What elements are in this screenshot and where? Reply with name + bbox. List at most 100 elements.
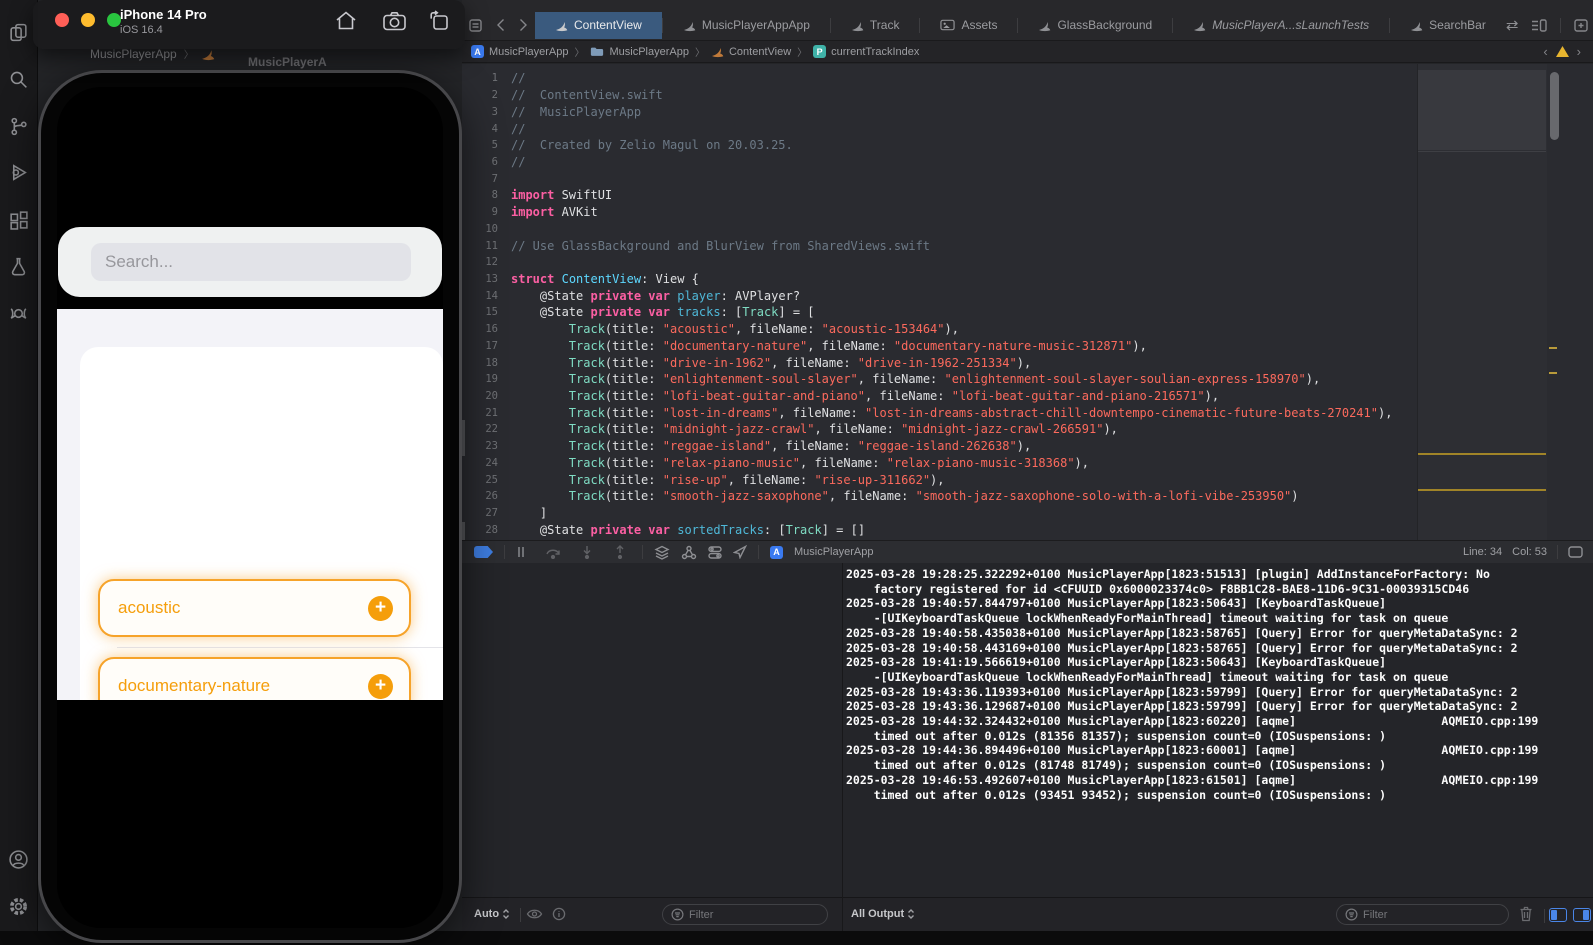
simulate-location-icon[interactable]	[733, 545, 747, 559]
code-line: 26 Track(title: "smooth-jazz-saxophone",…	[462, 488, 1453, 505]
line-number: 28	[462, 524, 498, 536]
property-icon: P	[813, 45, 826, 58]
breadcrumb-item-musicplayerapp[interactable]: AMusicPlayerApp	[471, 45, 568, 58]
prev-issue-icon[interactable]: ‹	[1543, 44, 1547, 59]
tab-contentview[interactable]: ContentView	[535, 12, 662, 39]
warning-icon[interactable]	[1556, 46, 1569, 57]
screen: ContentViewMusicPlayerAppAppTrackAssetsG…	[0, 0, 1593, 945]
tab-assets[interactable]: Assets	[920, 12, 1017, 39]
tab-searchbar[interactable]: SearchBar	[1390, 12, 1506, 39]
editor-scrollbar[interactable]	[1550, 72, 1559, 140]
console-output-select[interactable]: All Output	[851, 908, 915, 920]
swift-icon	[683, 19, 696, 32]
search-icon[interactable]	[8, 69, 29, 90]
console-line: 2025-03-28 19:43:36.129687+0100 MusicPla…	[846, 699, 1593, 714]
track-list-section[interactable]: acoustic+documentary-nature+drive-in-196…	[57, 309, 443, 700]
console-line: 2025-03-28 19:40:58.435038+0100 MusicPla…	[846, 626, 1593, 641]
breadcrumb-item-contentview[interactable]: ContentView	[711, 45, 791, 58]
view-debugger-icon[interactable]	[654, 545, 670, 560]
close-window-button[interactable]	[55, 13, 69, 27]
editor-tab-bar: ContentViewMusicPlayerAppAppTrackAssetsG…	[462, 0, 1593, 41]
debug-pane-divider[interactable]	[842, 563, 843, 931]
breadcrumb-item-currenttrackindex[interactable]: PcurrentTrackIndex	[813, 45, 919, 58]
step-over-icon[interactable]	[545, 546, 561, 559]
folder-icon	[590, 46, 604, 57]
tab-musicplayerappapp[interactable]: MusicPlayerAppApp	[663, 12, 830, 39]
add-track-icon[interactable]: +	[368, 674, 393, 699]
code-line: 9import AVKit	[462, 204, 1453, 221]
organizer-icon[interactable]	[8, 209, 29, 230]
step-into-icon[interactable]	[580, 545, 594, 559]
track-row-documentary-nature[interactable]: documentary-nature+	[98, 657, 411, 700]
line-number: 26	[462, 490, 498, 502]
step-out-icon[interactable]	[613, 545, 627, 559]
screenshot-icon[interactable]	[381, 8, 407, 34]
tab-strip: ContentViewMusicPlayerAppAppTrackAssetsG…	[535, 12, 1506, 39]
tab-glassbackground[interactable]: GlassBackground	[1018, 12, 1172, 39]
add-editor-icon[interactable]	[1574, 19, 1588, 32]
documents-icon[interactable]	[8, 22, 29, 43]
device-name: iPhone 14 Pro	[120, 7, 207, 22]
show-only-variables-icon[interactable]	[526, 908, 543, 920]
pause-execution-icon[interactable]	[516, 546, 526, 558]
tests-icon[interactable]	[8, 256, 29, 277]
console-output[interactable]: 2025-03-28 19:28:25.322292+0100 MusicPla…	[843, 563, 1593, 897]
rotate-icon[interactable]	[426, 8, 452, 34]
code-line: 15 @State private var tracks: [Track] = …	[462, 304, 1453, 321]
breadcrumb-label: MusicPlayerApp	[609, 46, 688, 58]
zoom-window-button[interactable]	[107, 13, 121, 27]
code-line: 5// Created by Zelio Magul on 20.03.25.	[462, 137, 1453, 154]
tab-track[interactable]: Track	[831, 12, 920, 39]
extensions-icon[interactable]	[8, 303, 29, 324]
variables-scope-select[interactable]: Auto	[474, 908, 510, 920]
code-lines: 1//2// ContentView.swift3// MusicPlayerA…	[462, 70, 1453, 538]
related-items-icon[interactable]	[469, 19, 482, 32]
swift-icon	[555, 19, 568, 32]
source-editor[interactable]: 1//2// ContentView.swift3// MusicPlayerA…	[462, 64, 1593, 540]
account-icon[interactable]	[8, 849, 29, 870]
code-line: 11// Use GlassBackground and BlurView fr…	[462, 237, 1453, 254]
debug-area-toggle-icon[interactable]	[1568, 546, 1583, 558]
debug-icon[interactable]	[8, 162, 29, 183]
environment-overrides-icon[interactable]	[708, 545, 722, 560]
debug-target-label: MusicPlayerApp	[794, 546, 873, 558]
breadcrumb-item-musicplayerapp[interactable]: MusicPlayerApp	[590, 46, 688, 58]
swift-icon	[1410, 19, 1423, 32]
search-input[interactable]: Search...	[91, 243, 411, 281]
variables-filter-field[interactable]: Filter	[662, 904, 828, 925]
line-number: 3	[462, 106, 498, 118]
breadcrumb: AMusicPlayerApp〉MusicPlayerApp〉ContentVi…	[471, 44, 919, 59]
add-track-icon[interactable]: +	[368, 596, 393, 621]
line-number: 24	[462, 457, 498, 469]
console-line: 2025-03-28 19:40:57.844797+0100 MusicPla…	[846, 596, 1593, 611]
code-line: 21 Track(title: "lost-in-dreams", fileNa…	[462, 404, 1453, 421]
back-icon[interactable]	[496, 18, 505, 32]
console-filter-field[interactable]: Filter	[1336, 904, 1509, 925]
line-number: 18	[462, 357, 498, 369]
variables-view-bar: Auto Filter	[462, 897, 842, 932]
app-icon: A	[471, 45, 484, 58]
code-line: 12	[462, 254, 1453, 271]
breakpoints-toggle-icon[interactable]	[474, 546, 493, 558]
forward-icon[interactable]	[519, 18, 528, 32]
editor-options-icon[interactable]	[1531, 19, 1547, 32]
source-control-icon[interactable]	[8, 116, 29, 137]
code-line: 14 @State private var player: AVPlayer?	[462, 287, 1453, 304]
swap-editors-icon[interactable]: ⇄	[1506, 18, 1519, 33]
code-line: 27 ]	[462, 505, 1453, 522]
next-issue-icon[interactable]: ›	[1577, 44, 1581, 59]
line-number: 22	[462, 423, 498, 435]
toggle-console-pane-icon[interactable]	[1573, 908, 1591, 922]
variables-view[interactable]	[462, 563, 842, 897]
toggle-variables-pane-icon[interactable]	[1549, 908, 1567, 922]
clear-console-icon[interactable]	[1519, 906, 1533, 922]
code-line: 7	[462, 170, 1453, 187]
minimize-window-button[interactable]	[81, 13, 95, 27]
tab-musicplayera-slaunchtests[interactable]: MusicPlayerA...sLaunchTests	[1173, 12, 1389, 39]
home-icon[interactable]	[333, 8, 359, 34]
track-row-acoustic[interactable]: acoustic+	[98, 579, 411, 637]
memory-graph-icon[interactable]	[681, 545, 697, 560]
settings-icon[interactable]	[8, 896, 29, 917]
info-icon[interactable]	[552, 907, 566, 921]
tab-label: SearchBar	[1429, 18, 1486, 32]
